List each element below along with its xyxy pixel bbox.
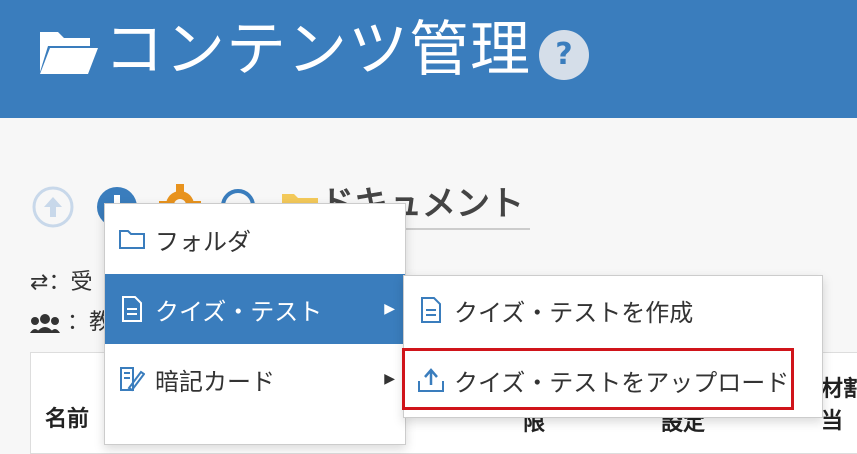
add-dropdown-menu: フォルダ クイズ・テスト ▶ 暗記カード ▶ — [104, 203, 406, 445]
submenu-item-create-quiz[interactable]: クイズ・テストを作成 — [404, 276, 822, 344]
menu-item-flashcard[interactable]: 暗記カード ▶ — [105, 344, 405, 414]
column-header-assign[interactable]: 当 — [821, 403, 843, 435]
menu-item-folder[interactable]: フォルダ — [105, 204, 405, 274]
submenu-arrow-icon: ▶ — [384, 301, 395, 317]
column-header-name[interactable]: 名前 — [45, 401, 89, 433]
submenu-item-label: クイズ・テストを作成 — [454, 298, 694, 327]
folder-outline-icon — [117, 229, 147, 249]
folder-open-icon — [36, 26, 100, 80]
up-folder-icon[interactable] — [32, 186, 74, 228]
menu-item-label: 暗記カード — [155, 367, 275, 396]
page-title: コンテンツ管理 — [104, 15, 531, 85]
document-icon — [117, 296, 147, 322]
column-header-material[interactable]: 材割 — [821, 371, 857, 403]
menu-item-label: クイズ・テスト — [155, 297, 323, 326]
menu-item-quiz-test[interactable]: クイズ・テスト ▶ — [105, 274, 405, 344]
page-header: コンテンツ管理 ? — [0, 0, 857, 118]
menu-item-label: フォルダ — [155, 227, 251, 256]
highlight-annotation — [402, 348, 794, 410]
submenu-arrow-icon: ▶ — [384, 371, 395, 387]
help-icon[interactable]: ? — [539, 30, 589, 80]
legend-row-group: ：教 — [30, 304, 111, 336]
users-icon — [30, 310, 67, 335]
sync-icon: ⇄ — [30, 270, 49, 295]
legend-text: ：受 — [48, 270, 93, 295]
document-icon — [416, 297, 446, 323]
flashcard-icon — [117, 366, 147, 392]
legend-row-sync: ⇄：受 — [30, 264, 92, 296]
